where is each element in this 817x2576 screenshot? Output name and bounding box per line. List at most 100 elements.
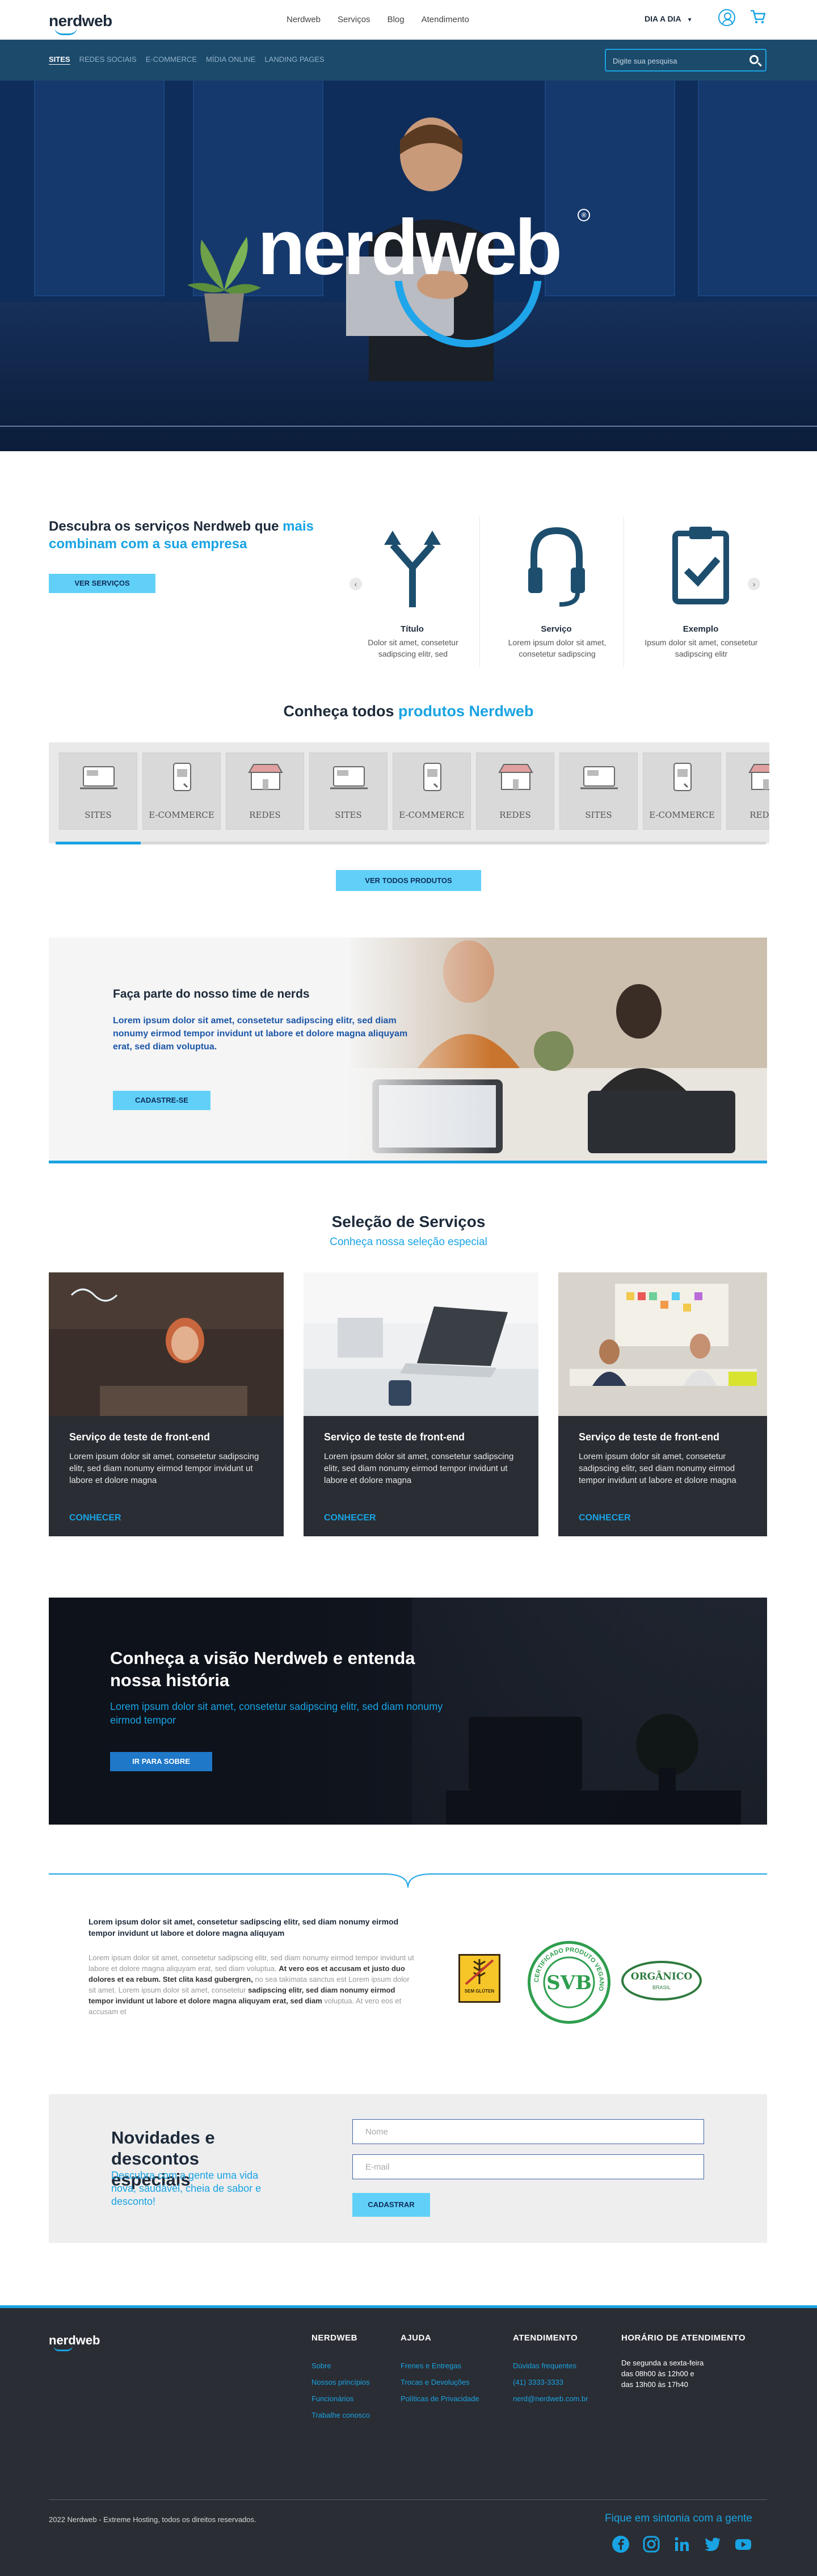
footer-column-title: HORÁRIO DE ATENDIMENTO: [621, 2333, 746, 2343]
nerdweb-logo[interactable]: nerdweb: [49, 12, 112, 35]
selection-card[interactable]: Serviço de teste de front-end Lorem ipsu…: [304, 1272, 538, 1536]
category-redes-sociais[interactable]: REDES SOCIAIS: [79, 55, 137, 64]
fork-arrows-icon: [384, 531, 441, 607]
footer-link[interactable]: Políticas de Privacidade: [401, 2390, 479, 2407]
menu-item-blog[interactable]: Blog: [388, 15, 405, 24]
product-tile[interactable]: SITES: [59, 753, 137, 830]
storefront-icon: [248, 764, 283, 790]
gluten-free-seal: SEM GLÚTEN: [458, 1954, 500, 2003]
category-e-commerce[interactable]: E-COMMERCE: [146, 55, 197, 64]
selection-card-text: Lorem ipsum dolor sit amet, consetetur s…: [324, 1452, 514, 1485]
footer-divider: [49, 2499, 767, 2500]
carousel-next-icon[interactable]: ›: [748, 578, 760, 590]
cart-icon[interactable]: [749, 8, 767, 26]
storefront-icon: [748, 764, 769, 790]
user-icon[interactable]: [718, 9, 735, 26]
learn-more-link[interactable]: CONHECER: [69, 1513, 121, 1523]
product-tile[interactable]: REDES: [226, 753, 304, 830]
menu-item-nerdweb[interactable]: Nerdweb: [287, 15, 321, 24]
search-icon[interactable]: [749, 55, 759, 64]
subscribe-button[interactable]: CADASTRAR: [352, 2193, 430, 2217]
product-tile[interactable]: SITES: [559, 753, 638, 830]
organic-seal: ORGÂNICO BRASIL: [621, 1961, 702, 2001]
products-title: Conheça todos produtos Nerdweb: [0, 703, 817, 720]
product-tile[interactable]: E-COMMERCE: [643, 753, 721, 830]
email-input[interactable]: [353, 2155, 704, 2179]
facebook-icon[interactable]: [612, 2535, 630, 2553]
product-label: REDES: [749, 810, 769, 820]
product-tile[interactable]: E-COMMERCE: [393, 753, 471, 830]
vegan-seal-graphic: CERTIFICADO PRODUTO VEGANO SVB: [533, 1947, 605, 2008]
certificates-title: Lorem ipsum dolor sit amet, consetetur s…: [89, 1917, 399, 1938]
selection-card-text: Lorem ipsum dolor sit amet, consetetur s…: [579, 1452, 736, 1485]
hero-banner: nerdweb ®: [0, 81, 817, 451]
progress-fill: [56, 842, 141, 844]
browser-icon: [80, 766, 117, 789]
products-title-main: Conheça todos: [283, 703, 398, 720]
product-label: SITES: [335, 810, 362, 820]
view-services-button[interactable]: VER SERVIÇOS: [49, 574, 155, 593]
products-scroll-progress[interactable]: [56, 842, 766, 844]
selection-card[interactable]: Serviço de teste de front-end Lorem ipsu…: [558, 1272, 767, 1536]
youtube-icon[interactable]: [734, 2535, 752, 2553]
top-nav: nerdweb Nerdweb Serviços Blog Atendiment…: [0, 0, 817, 40]
signup-button[interactable]: CADASTRE-SE: [113, 1091, 210, 1110]
footer-logo[interactable]: nerdweb: [49, 2333, 100, 2351]
category-midia-online[interactable]: MÍDIA ONLINE: [206, 55, 255, 64]
about-button[interactable]: IR PARA SOBRE: [110, 1752, 212, 1771]
selection-card[interactable]: Serviço de teste de front-end Lorem ipsu…: [49, 1272, 284, 1536]
service-card[interactable]: Título Dolor sit amet, consetetur sadips…: [345, 516, 480, 667]
opening-hours: De segunda a sexta-feira das 08h00 às 12…: [621, 2358, 746, 2390]
twitter-icon[interactable]: [704, 2535, 722, 2553]
carousel-prev-icon[interactable]: ‹: [349, 578, 362, 590]
selection-card-title: Serviço de teste de front-end: [579, 1431, 720, 1443]
footer-link[interactable]: Funcionários: [311, 2390, 370, 2407]
menu-item-servicos[interactable]: Serviços: [338, 15, 370, 24]
service-card[interactable]: Exemplo Ipsum dolor sit amet, consetetur…: [633, 516, 768, 667]
name-input[interactable]: [353, 2120, 704, 2144]
seal-label: ORGÂNICO: [630, 1971, 693, 1982]
team-text: Lorem ipsum dolor sit amet, consetetur s…: [113, 1016, 408, 1052]
footer-link[interactable]: Nossos princípios: [311, 2374, 370, 2390]
linkedin-icon[interactable]: [673, 2535, 691, 2553]
selection-card-title: Serviço de teste de front-end: [69, 1431, 210, 1443]
vision-banner: Conheça a visão Nerdweb e entenda nossa …: [49, 1598, 767, 1825]
learn-more-link[interactable]: CONHECER: [579, 1513, 631, 1523]
product-tile[interactable]: E-COMMERCE: [142, 753, 221, 830]
browser-icon: [580, 766, 618, 789]
footer-link[interactable]: nerd@nerdweb.com.br: [513, 2390, 588, 2407]
footer-link[interactable]: Trocas e Devoluções: [401, 2374, 479, 2390]
category-landing-pages[interactable]: LANDING PAGES: [264, 55, 324, 64]
product-tile[interactable]: REDES: [726, 753, 769, 830]
product-label: E-COMMERCE: [149, 810, 214, 820]
products-carousel: SITES E-COMMERCE REDES SITES E-COMMERCE REDES…: [49, 742, 769, 843]
category-sites[interactable]: SITES: [49, 55, 70, 64]
footer-column-hours: HORÁRIO DE ATENDIMENTO De segunda a sext…: [621, 2333, 746, 2390]
instagram-icon[interactable]: [642, 2535, 660, 2553]
footer-column-atendimento: ATENDIMENTO Dúvidas frequentes (41) 3333…: [513, 2333, 588, 2407]
seal-center-text: SVB: [546, 1972, 592, 1994]
services-title-main: Descubra os serviços Nerdweb que: [49, 519, 283, 534]
product-tile[interactable]: SITES: [309, 753, 388, 830]
footer: nerdweb NERDWEB Sobre Nossos princípios …: [0, 2305, 817, 2576]
search-input[interactable]: [613, 54, 738, 67]
products-title-highlight: produtos Nerdweb: [398, 703, 534, 720]
menu-item-atendimento[interactable]: Atendimento: [422, 15, 469, 24]
hours-line: De segunda a sexta-feira: [621, 2359, 704, 2367]
footer-link[interactable]: Sobre: [311, 2358, 370, 2374]
footer-link[interactable]: (41) 3333-3333: [513, 2374, 588, 2390]
view-all-products-button[interactable]: VER TODOS PRODUTOS: [336, 870, 481, 891]
service-card-text: Dolor sit amet, consetetur sadipscing el…: [368, 638, 458, 658]
team-banner: Faça parte do nosso time de nerds Lorem …: [49, 938, 767, 1163]
footer-link[interactable]: Frenes e Entregas: [401, 2358, 479, 2374]
footer-link[interactable]: Trabalhe conosco: [311, 2407, 370, 2423]
services-title: Descubra os serviços Nerdweb que mais co…: [49, 518, 332, 553]
product-tile[interactable]: REDES: [476, 753, 554, 830]
service-card[interactable]: Serviço Lorem ipsum dolor sit amet, cons…: [489, 516, 624, 667]
footer-column-nerdweb: NERDWEB Sobre Nossos princípios Funcioná…: [311, 2333, 370, 2423]
seal-country: BRASIL: [652, 1985, 671, 1990]
learn-more-link[interactable]: CONHECER: [324, 1513, 376, 1523]
hero-wordmark: nerdweb: [257, 204, 562, 291]
day-selector[interactable]: DIA A DIA ▼: [645, 14, 692, 23]
footer-link[interactable]: Dúvidas frequentes: [513, 2358, 588, 2374]
